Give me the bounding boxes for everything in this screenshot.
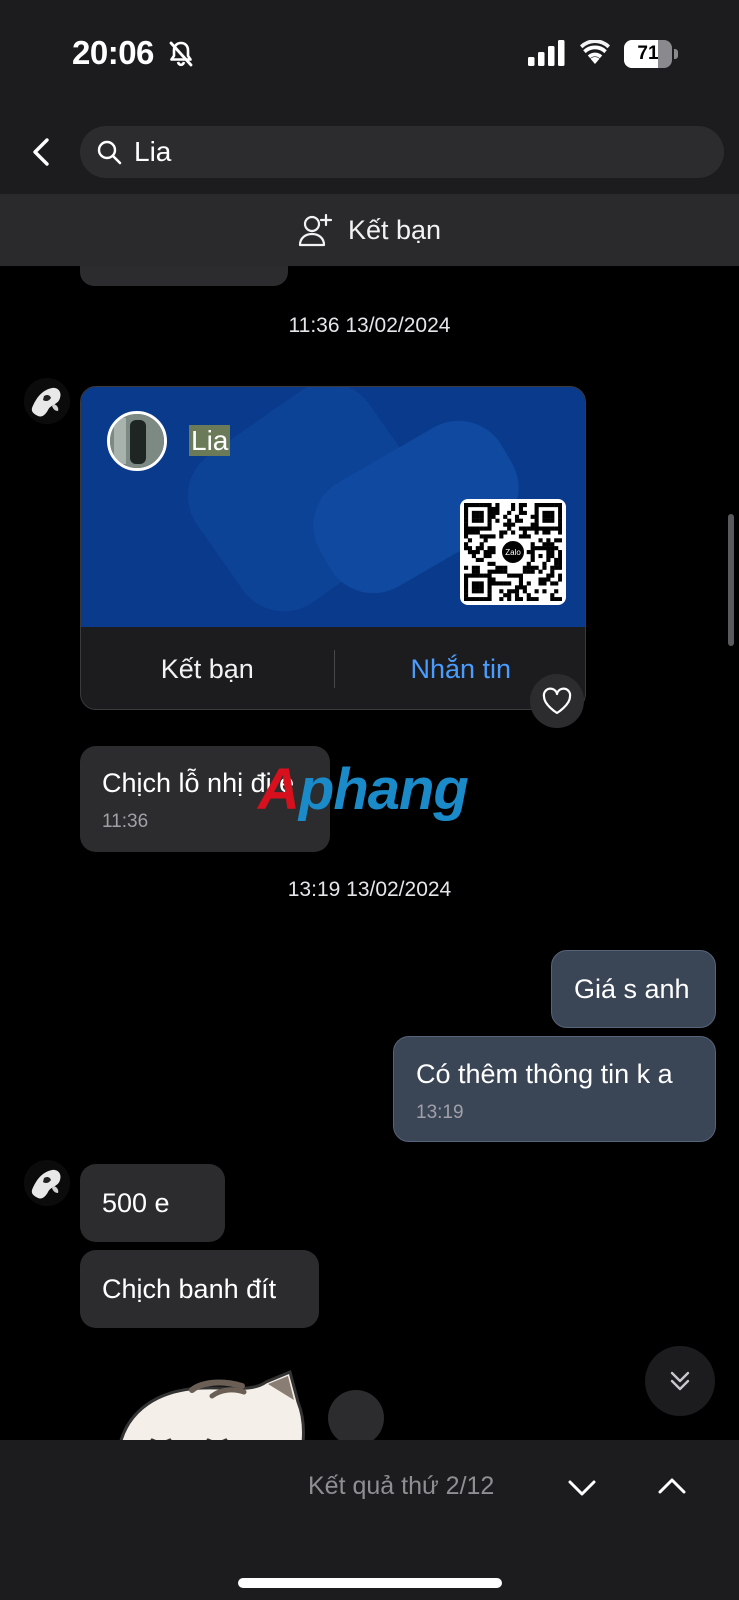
bell-muted-icon <box>169 41 193 67</box>
watermark-letter: A <box>258 757 300 822</box>
chat-area[interactable]: 11:36 13/02/2024 Lia Zalo Kết bạn Nhắn t… <box>0 266 739 1440</box>
battery-indicator: 71 <box>624 40 678 68</box>
scroll-to-bottom-button[interactable] <box>645 1346 715 1416</box>
sticker-react-button[interactable] <box>328 1390 384 1440</box>
outgoing-message[interactable]: Giá s anh <box>551 950 716 1028</box>
double-chevron-down-icon <box>670 1371 690 1391</box>
previous-result-chevron-up-icon[interactable] <box>650 1464 694 1508</box>
add-user-icon <box>298 213 333 247</box>
watermark-logo: Aphang <box>258 756 469 823</box>
contact-name: Lia <box>189 425 231 456</box>
message-text: 500 e <box>102 1188 170 1218</box>
search-icon <box>97 140 122 165</box>
contact-card-header: Lia Zalo <box>81 387 585 627</box>
sender-avatar[interactable] <box>24 1160 70 1206</box>
home-indicator[interactable] <box>238 1578 502 1588</box>
date-separator: 13:19 13/02/2024 <box>287 878 452 901</box>
incoming-message[interactable]: 500 e <box>80 1164 225 1242</box>
contact-avatar[interactable] <box>107 411 167 471</box>
search-box[interactable] <box>80 126 724 178</box>
card-add-friend-button[interactable]: Kết bạn <box>81 627 334 709</box>
heart-icon <box>542 687 572 715</box>
wifi-icon <box>580 40 610 64</box>
qr-code-icon: Zalo <box>464 503 563 602</box>
contact-card[interactable]: Lia Zalo Kết bạn Nhắn tin <box>80 386 586 710</box>
avatar-image-icon <box>24 1160 70 1206</box>
sender-avatar[interactable] <box>24 378 70 424</box>
watermark-rest: phang <box>298 757 469 822</box>
message-text: Giá s anh <box>574 974 690 1004</box>
outgoing-message[interactable]: Có thêm thông tin k a 13:19 <box>393 1036 716 1142</box>
next-result-chevron-down-icon[interactable] <box>560 1466 604 1510</box>
react-heart-button[interactable] <box>530 674 584 728</box>
avatar-image-icon <box>24 378 70 424</box>
battery-percent: 71 <box>637 43 659 64</box>
cellular-signal-icon <box>528 40 565 66</box>
date-separator: 11:36 13/02/2024 <box>288 314 451 337</box>
back-arrow-icon[interactable] <box>22 132 62 172</box>
search-input[interactable] <box>134 126 694 178</box>
add-friend-bar[interactable]: Kết bạn <box>0 194 739 266</box>
message-time: 13:19 <box>416 1102 464 1123</box>
qr-brand-label: Zalo <box>505 548 521 557</box>
cat-sticker[interactable] <box>112 1366 312 1440</box>
scrollbar[interactable] <box>728 514 734 646</box>
qr-code[interactable]: Zalo <box>460 499 566 605</box>
search-result-counter: Kết quả thứ 2/12 <box>308 1472 495 1500</box>
add-friend-label: Kết bạn <box>347 214 442 245</box>
incoming-message[interactable]: Chịch banh đít <box>80 1250 319 1328</box>
status-time: 20:06 <box>72 34 154 71</box>
partial-message-bubble <box>80 266 288 286</box>
contact-photo-icon <box>110 414 164 468</box>
search-results-bar: Kết quả thứ 2/12 <box>0 1440 739 1600</box>
status-bar: 20:06 71 <box>0 0 739 110</box>
search-header <box>0 110 739 194</box>
message-text: Chịch banh đít <box>102 1274 277 1304</box>
message-text: Có thêm thông tin k a <box>416 1059 673 1089</box>
